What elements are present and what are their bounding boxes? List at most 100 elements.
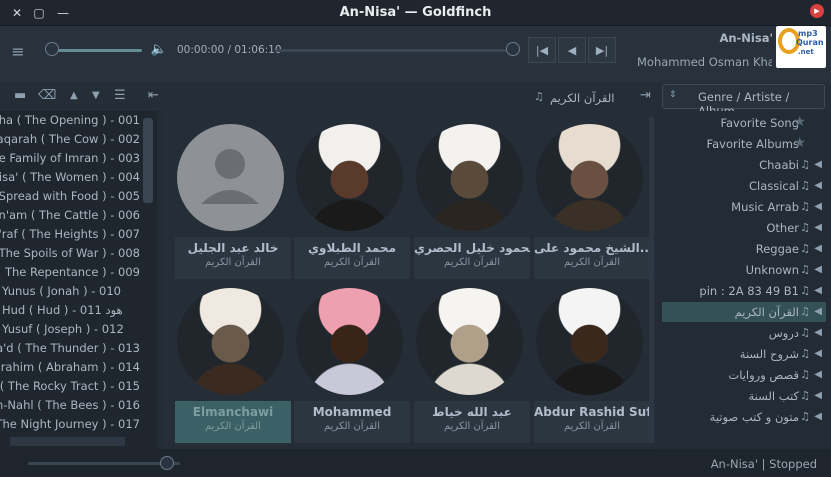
genre-item[interactable]: دروس ♫ ◀ bbox=[662, 323, 826, 343]
current-genre-label: القرآن الكريم bbox=[550, 91, 615, 105]
genre-label: pin : 2A 83 49 B1 bbox=[699, 284, 799, 298]
genre-item[interactable]: pin : 2A 83 49 B1 ♫ ◀ bbox=[662, 281, 826, 301]
track-item[interactable]: Al-Ma'idah ( The Spread with Food ) - 00… bbox=[0, 187, 140, 206]
genre-icon: ♫ bbox=[800, 263, 810, 276]
sub-toolbar: ▬ ⌫ ▲ ▼ ☰ ⇤ ♫ القرآن الكريم ⇥ ⇕ Genre / … bbox=[0, 83, 831, 118]
genre-item[interactable]: Other ♫ ◀ bbox=[662, 218, 826, 238]
expand-arrow-icon[interactable]: ◀ bbox=[814, 159, 822, 170]
artist-genre: القرآن الكريم bbox=[443, 421, 500, 432]
move-up-icon[interactable]: ▲ bbox=[70, 90, 78, 101]
export-icon[interactable]: ⇤ bbox=[148, 88, 159, 103]
expand-arrow-icon[interactable]: ◀ bbox=[814, 222, 822, 233]
genre-icon: ♫ bbox=[800, 305, 810, 318]
artist-caption: خالد عبد الجليل القرآن الكريم bbox=[175, 237, 291, 279]
track-item[interactable]: Ar-Ra'd ( The Thunder ) - 013 bbox=[0, 339, 140, 358]
seek-knob[interactable] bbox=[506, 42, 520, 56]
artist-caption: الشيخ محمود على... القرآن الكريم bbox=[534, 237, 650, 279]
track-item[interactable]: At-Tawbah ( The Repentance ) - 009 bbox=[0, 263, 140, 282]
skip-back-icon: |◀ bbox=[535, 43, 549, 57]
artist-caption: Elmanchawi القرآن الكريم bbox=[175, 401, 291, 443]
artist-genre: القرآن الكريم bbox=[563, 421, 620, 432]
artist-name: خالد عبد الجليل bbox=[187, 241, 279, 255]
track-item[interactable]: Al-Hijr ( The Rocky Tract ) - 015 bbox=[0, 377, 140, 396]
expand-arrow-icon[interactable]: ◀ bbox=[814, 285, 822, 296]
track-item[interactable]: هود Hud ( Hud ) - 011 bbox=[0, 301, 140, 320]
expand-arrow-icon[interactable]: ◀ bbox=[814, 306, 822, 317]
genre-item[interactable]: Favorite Albums ★ bbox=[662, 134, 826, 154]
artist-caption: محمد الطبلاوي القرآن الكريم bbox=[294, 237, 410, 279]
previous-track-button[interactable]: |◀ bbox=[528, 37, 556, 63]
play-button[interactable]: ◀ bbox=[558, 37, 586, 63]
volume-slider[interactable] bbox=[50, 49, 142, 52]
track-item[interactable]: Yunus ( Jonah ) - 010 bbox=[0, 282, 140, 301]
genre-icon: ♫ bbox=[800, 200, 810, 213]
genre-icon: ♫ bbox=[800, 242, 810, 255]
track-item[interactable]: Al-Fatiha ( The Opening ) - 001 bbox=[0, 111, 140, 130]
seek-slider[interactable] bbox=[276, 49, 516, 52]
expand-arrow-icon[interactable]: ◀ bbox=[814, 180, 822, 191]
expand-arrow-icon[interactable]: ◀ bbox=[814, 348, 822, 359]
genre-item[interactable]: Unknown ♫ ◀ bbox=[662, 260, 826, 280]
expand-arrow-icon[interactable]: ◀ bbox=[814, 243, 822, 254]
menu-icon[interactable]: ≡ bbox=[8, 40, 28, 62]
speaker-icon[interactable]: 🔈 bbox=[150, 40, 168, 58]
volume-knob[interactable] bbox=[45, 42, 59, 56]
genre-item[interactable]: Chaabi ♫ ◀ bbox=[662, 155, 826, 175]
track-list-hscrollbar[interactable] bbox=[10, 437, 125, 446]
track-item[interactable]: Aal-Imran ( The Family of Imran ) - 003 bbox=[0, 149, 140, 168]
skip-forward-icon: ▶| bbox=[595, 43, 609, 57]
genre-item[interactable]: كتب السنة ♫ ◀ bbox=[662, 386, 826, 406]
genre-list-icon: ♫ bbox=[534, 90, 544, 103]
star-icon: ★ bbox=[793, 114, 806, 130]
track-list-scrollbar[interactable] bbox=[143, 118, 153, 203]
view-mode-select[interactable]: ⇕ Genre / Artiste / Album bbox=[662, 84, 825, 118]
genre-label: قصص وروايات bbox=[728, 368, 799, 382]
star-icon: ★ bbox=[793, 135, 806, 151]
expand-arrow-icon[interactable]: ◀ bbox=[814, 264, 822, 275]
track-item[interactable]: An-Nisa' ( The Women ) - 004 bbox=[0, 168, 140, 187]
collapse-icon[interactable]: ▬ bbox=[14, 88, 26, 103]
track-item[interactable]: Yusuf ( Joseph ) - 012 bbox=[0, 320, 140, 339]
sort-icon[interactable]: ☰ bbox=[114, 88, 126, 103]
artist-name: Abdur Rashid Sufi bbox=[534, 405, 650, 419]
move-down-icon[interactable]: ▼ bbox=[92, 90, 100, 101]
track-item[interactable]: Al-An'am ( The Cattle ) - 006 bbox=[0, 206, 140, 225]
genre-item[interactable]: القرآن الكريم ♫ ◀ bbox=[662, 302, 826, 322]
genre-item[interactable]: شروح السنة ♫ ◀ bbox=[662, 344, 826, 364]
genre-item[interactable]: Favorite Song ★ bbox=[662, 113, 826, 133]
player-toolbar: ≡ 🔈 00:00:00 / 01:06:10 |◀ ◀ ▶| An-Nisa'… bbox=[0, 4, 831, 83]
expand-arrow-icon[interactable]: ◀ bbox=[814, 327, 822, 338]
genre-item[interactable]: متون و كتب صوتية ♫ ◀ bbox=[662, 407, 826, 427]
expand-arrow-icon[interactable]: ◀ bbox=[814, 390, 822, 401]
expand-arrow-icon[interactable]: ◀ bbox=[814, 201, 822, 212]
track-list: Al-Fatiha ( The Opening ) - 001Al-Baqara… bbox=[0, 111, 157, 449]
clear-icon[interactable]: ⌫ bbox=[38, 88, 56, 103]
updown-icon: ⇕ bbox=[669, 90, 677, 100]
track-item[interactable]: Ibrahim ( Abraham ) - 014 bbox=[0, 358, 140, 377]
genre-item[interactable]: Classical ♫ ◀ bbox=[662, 176, 826, 196]
artist-genre: القرآن الكريم bbox=[323, 421, 380, 432]
import-icon[interactable]: ⇥ bbox=[640, 88, 651, 103]
genre-item[interactable]: Music Arrab ♫ ◀ bbox=[662, 197, 826, 217]
track-item[interactable]: Al-Baqarah ( The Cow ) - 002 bbox=[0, 130, 140, 149]
genre-label: كتب السنة bbox=[748, 389, 800, 403]
genre-item[interactable]: Reggae ♫ ◀ bbox=[662, 239, 826, 259]
artist-avatar bbox=[177, 124, 284, 231]
time-display: 00:00:00 / 01:06:10 bbox=[177, 44, 282, 56]
status-slider[interactable] bbox=[28, 462, 180, 465]
artist-grid-scrollbar[interactable] bbox=[649, 117, 654, 443]
artist-name: محمد الطبلاوي bbox=[307, 241, 396, 255]
artist-name: Mohammed bbox=[312, 405, 392, 419]
track-item[interactable]: An-Nahl ( The Bees ) - 016 bbox=[0, 396, 140, 415]
status-bar: An-Nisa' | Stopped bbox=[0, 449, 831, 477]
next-track-button[interactable]: ▶| bbox=[588, 37, 616, 63]
genre-icon: ♫ bbox=[800, 389, 810, 402]
track-item[interactable]: Al-A'raf ( The Heights ) - 007 bbox=[0, 225, 140, 244]
track-item[interactable]: Al-Anfal ( The Spoils of War ) - 008 bbox=[0, 244, 140, 263]
track-item[interactable]: Al-Isra' ( The Night Journey ) - 017 bbox=[0, 415, 140, 434]
expand-arrow-icon[interactable]: ◀ bbox=[814, 369, 822, 380]
genre-item[interactable]: قصص وروايات ♫ ◀ bbox=[662, 365, 826, 385]
expand-arrow-icon[interactable]: ◀ bbox=[814, 411, 822, 422]
status-slider-knob[interactable] bbox=[160, 456, 174, 470]
genre-label: Reggae bbox=[755, 242, 799, 256]
